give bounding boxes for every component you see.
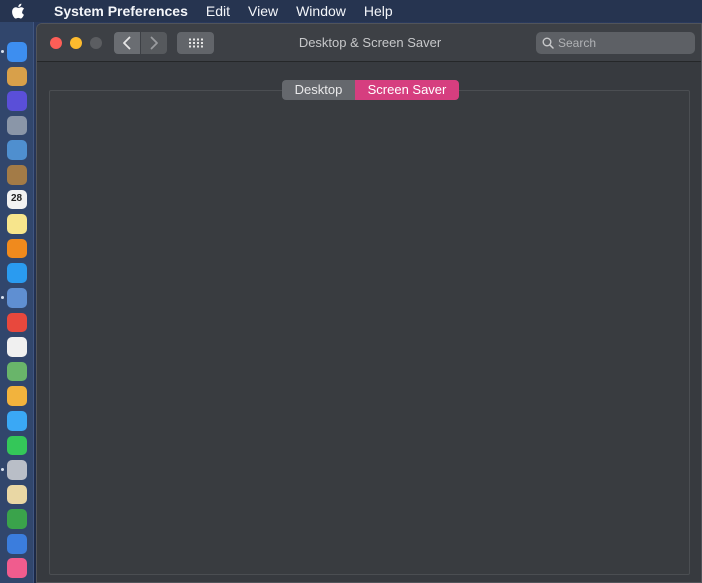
numbers-icon[interactable] <box>6 509 27 529</box>
menu-window[interactable]: Window <box>287 0 355 22</box>
search-input[interactable] <box>558 36 688 50</box>
running-indicator <box>0 50 4 53</box>
chevron-left-icon <box>123 36 131 50</box>
running-indicator <box>0 295 4 299</box>
search-field[interactable] <box>536 32 695 54</box>
launchpad-icon[interactable] <box>6 115 27 136</box>
tab-control: Desktop Screen Saver <box>282 80 459 100</box>
compressor-icon[interactable] <box>0 460 27 480</box>
apple-menu-icon[interactable] <box>0 0 36 22</box>
close-window-button[interactable] <box>50 37 62 49</box>
chrome-icon[interactable] <box>6 312 27 333</box>
facetime-icon[interactable] <box>6 435 27 456</box>
tab-desktop[interactable]: Desktop <box>282 80 355 100</box>
automator-icon[interactable] <box>6 66 27 87</box>
menu-help[interactable]: Help <box>355 0 402 22</box>
menu-view[interactable]: View <box>239 0 287 22</box>
photo-slideshow-icon[interactable] <box>0 287 27 308</box>
screen-saver-panel <box>49 90 690 575</box>
menu-app-name[interactable]: System Preferences <box>36 0 197 22</box>
zoom-window-button[interactable] <box>90 37 102 49</box>
maps-icon[interactable] <box>6 361 27 382</box>
messages-icon[interactable] <box>6 410 27 431</box>
minimize-window-button[interactable] <box>70 37 82 49</box>
tab-screen-saver[interactable]: Screen Saver <box>355 80 459 100</box>
textedit-icon[interactable] <box>6 484 27 505</box>
dock: 28 <box>0 22 34 583</box>
siri-icon[interactable] <box>6 91 27 111</box>
finder-icon[interactable] <box>0 42 27 62</box>
search-icon <box>542 37 554 49</box>
menu-bar: System Preferences Edit View Window Help <box>0 0 702 22</box>
reminders-icon[interactable] <box>6 337 27 357</box>
calendar-icon[interactable]: 28 <box>6 189 27 210</box>
grid-icon <box>188 38 203 48</box>
menu-edit[interactable]: Edit <box>197 0 239 22</box>
notebook-icon[interactable] <box>6 164 27 185</box>
photos-icon[interactable] <box>6 386 27 407</box>
preview-icon[interactable] <box>6 140 27 161</box>
calendar-date-label: 28 <box>10 193 23 205</box>
keynote-icon[interactable] <box>6 533 27 554</box>
vlc-icon[interactable] <box>6 238 27 259</box>
running-indicator <box>0 468 4 472</box>
show-all-button[interactable] <box>177 32 214 54</box>
notes-icon[interactable] <box>6 214 27 234</box>
title-bar[interactable]: Desktop & Screen Saver <box>37 24 701 62</box>
system-preferences-window: Desktop & Screen Saver Desktop Screen Sa… <box>36 23 702 583</box>
chevron-right-icon <box>150 36 158 50</box>
safari-icon[interactable] <box>6 263 27 284</box>
desktop-screen: System Preferences Edit View Window Help… <box>0 0 702 583</box>
forward-button[interactable] <box>141 32 167 54</box>
back-button[interactable] <box>114 32 140 54</box>
itunes-icon[interactable] <box>6 558 27 579</box>
